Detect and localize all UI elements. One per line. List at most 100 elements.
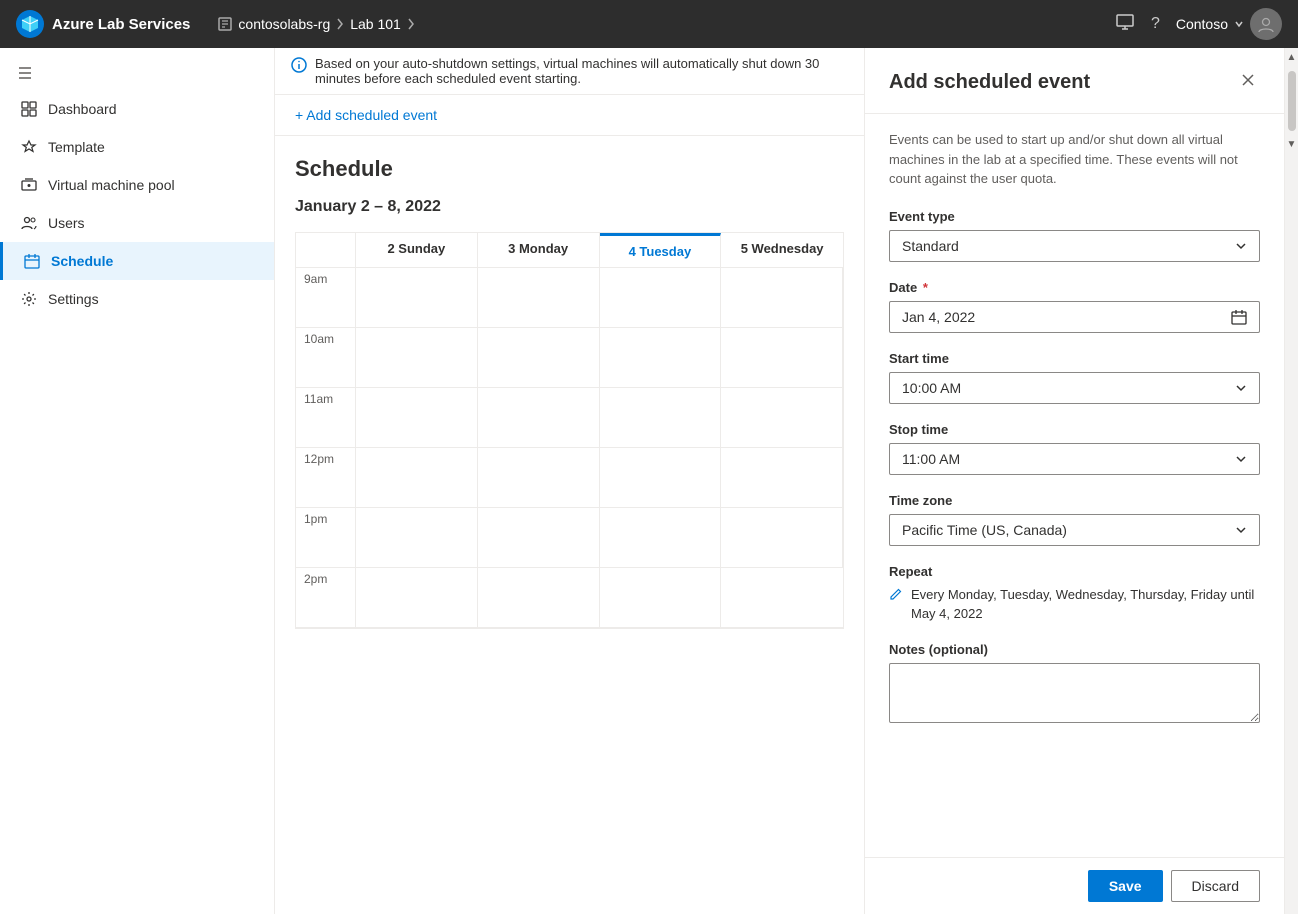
breadcrumb-chevron-icon: [336, 17, 344, 31]
cal-cell-tue-1: [600, 508, 722, 568]
time-slot-10am: 10am: [296, 328, 356, 388]
calendar-header: 2 Sunday 3 Monday 4 Tuesday 5 Wednesday: [296, 233, 843, 268]
sidebar-item-vm-pool[interactable]: Virtual machine pool: [0, 166, 274, 204]
day-header-wednesday: 5 Wednesday: [721, 233, 843, 267]
panel-description: Events can be used to start up and/or sh…: [889, 130, 1260, 189]
sidebar-label-users: Users: [48, 215, 85, 231]
cal-cell-wed-10: [721, 328, 843, 388]
start-time-select[interactable]: 10:00 AM: [889, 372, 1260, 404]
notes-group: Notes (optional): [889, 642, 1260, 726]
scroll-thumb[interactable]: [1288, 71, 1296, 131]
event-type-group: Event type Standard: [889, 209, 1260, 262]
avatar[interactable]: [1250, 8, 1282, 40]
sidebar-item-template[interactable]: Template: [0, 128, 274, 166]
time-slot-9am: 9am: [296, 268, 356, 328]
start-time-chevron-icon: [1235, 382, 1247, 394]
stop-time-select[interactable]: 11:00 AM: [889, 443, 1260, 475]
date-input[interactable]: Jan 4, 2022: [889, 301, 1260, 333]
cal-cell-mon-11: [478, 388, 600, 448]
notes-textarea[interactable]: [889, 663, 1260, 723]
cal-cell-wed-11: [721, 388, 843, 448]
timezone-label: Time zone: [889, 493, 1260, 508]
cal-cell-wed-2: [721, 568, 843, 628]
calendar-body: 9am 10am 11am: [296, 268, 843, 628]
day-header-monday: 3 Monday: [478, 233, 600, 267]
date-value: Jan 4, 2022: [902, 309, 975, 325]
scrollbar: ▲ ▼: [1284, 48, 1298, 914]
time-slot-11am: 11am: [296, 388, 356, 448]
cal-cell-sun-12: [356, 448, 478, 508]
cal-cell-sun-9: [356, 268, 478, 328]
topnav: Azure Lab Services contosolabs-rg Lab 10…: [0, 0, 1298, 48]
sidebar-item-schedule[interactable]: Schedule: [0, 242, 274, 280]
info-bar: Based on your auto-shutdown settings, vi…: [275, 48, 864, 95]
sidebar-item-settings[interactable]: Settings: [0, 280, 274, 318]
save-button[interactable]: Save: [1088, 870, 1163, 902]
panel-close-button[interactable]: [1236, 68, 1260, 97]
cal-cell-tue-11: [600, 388, 722, 448]
info-icon: [291, 57, 307, 76]
sidebar-label-vm-pool: Virtual machine pool: [48, 177, 175, 193]
scroll-up-arrow[interactable]: ▲: [1283, 48, 1298, 67]
sidebar-label-schedule: Schedule: [51, 253, 113, 269]
sidebar-collapse-button[interactable]: [0, 56, 274, 90]
breadcrumb-rg[interactable]: contosolabs-rg: [238, 16, 330, 32]
event-type-select[interactable]: Standard: [889, 230, 1260, 262]
user-chevron-icon: [1234, 19, 1244, 29]
time-header-cell: [296, 233, 356, 267]
template-icon: [20, 138, 38, 156]
breadcrumb-chevron2-icon: [407, 17, 415, 31]
breadcrumb: contosolabs-rg Lab 101: [218, 16, 414, 32]
cal-cell-sun-11: [356, 388, 478, 448]
user-name: Contoso: [1176, 16, 1228, 32]
cal-cell-mon-9: [478, 268, 600, 328]
cal-cell-tue-9: [600, 268, 722, 328]
schedule-icon: [23, 252, 41, 270]
date-required-marker: *: [923, 280, 928, 295]
discard-button[interactable]: Discard: [1171, 870, 1260, 902]
stop-time-chevron-icon: [1235, 453, 1247, 465]
cal-cell-mon-12: [478, 448, 600, 508]
cal-cell-wed-9: [721, 268, 843, 328]
panel-footer: Save Discard: [865, 857, 1284, 914]
schedule-toolbar: + Add scheduled event: [275, 95, 864, 136]
timezone-select[interactable]: Pacific Time (US, Canada): [889, 514, 1260, 546]
cal-cell-sun-2: [356, 568, 478, 628]
user-menu[interactable]: Contoso: [1176, 8, 1282, 40]
repeat-value: Every Monday, Tuesday, Wednesday, Thursd…: [911, 585, 1260, 624]
app-name: Azure Lab Services: [52, 16, 190, 33]
calendar-grid: 2 Sunday 3 Monday 4 Tuesday 5 Wednesday …: [295, 232, 844, 629]
settings-icon: [20, 290, 38, 308]
monitor-icon[interactable]: [1115, 12, 1135, 37]
content-area: Based on your auto-shutdown settings, vi…: [275, 48, 864, 914]
cal-cell-sun-1: [356, 508, 478, 568]
users-icon: [20, 214, 38, 232]
cal-cell-mon-2: [478, 568, 600, 628]
help-icon[interactable]: ?: [1151, 15, 1160, 33]
dashboard-icon: [20, 100, 38, 118]
event-type-label: Event type: [889, 209, 1260, 224]
timezone-value: Pacific Time (US, Canada): [902, 522, 1067, 538]
app-logo: Azure Lab Services: [16, 10, 190, 38]
info-message: Based on your auto-shutdown settings, vi…: [315, 56, 848, 86]
calendar-date-range: January 2 – 8, 2022: [295, 198, 844, 216]
cal-cell-sun-10: [356, 328, 478, 388]
repeat-group: Repeat Every Monday, Tuesday, Wednesday,…: [889, 564, 1260, 624]
sidebar-label-dashboard: Dashboard: [48, 101, 117, 117]
repeat-edit-icon[interactable]: [889, 587, 903, 604]
breadcrumb-lab[interactable]: Lab 101: [350, 16, 401, 32]
repeat-label: Repeat: [889, 564, 1260, 579]
calendar-title: Schedule: [295, 156, 844, 182]
timezone-group: Time zone Pacific Time (US, Canada): [889, 493, 1260, 546]
start-time-group: Start time 10:00 AM: [889, 351, 1260, 404]
add-scheduled-event-button[interactable]: + Add scheduled event: [295, 103, 437, 127]
sidebar-item-users[interactable]: Users: [0, 204, 274, 242]
cal-cell-tue-10: [600, 328, 722, 388]
sidebar-item-dashboard[interactable]: Dashboard: [0, 90, 274, 128]
stop-time-group: Stop time 11:00 AM: [889, 422, 1260, 475]
calendar-icon: [1231, 309, 1247, 325]
cal-cell-wed-1: [721, 508, 843, 568]
cal-cell-wed-12: [721, 448, 843, 508]
time-slot-12pm: 12pm: [296, 448, 356, 508]
scroll-down-arrow[interactable]: ▼: [1283, 135, 1298, 154]
